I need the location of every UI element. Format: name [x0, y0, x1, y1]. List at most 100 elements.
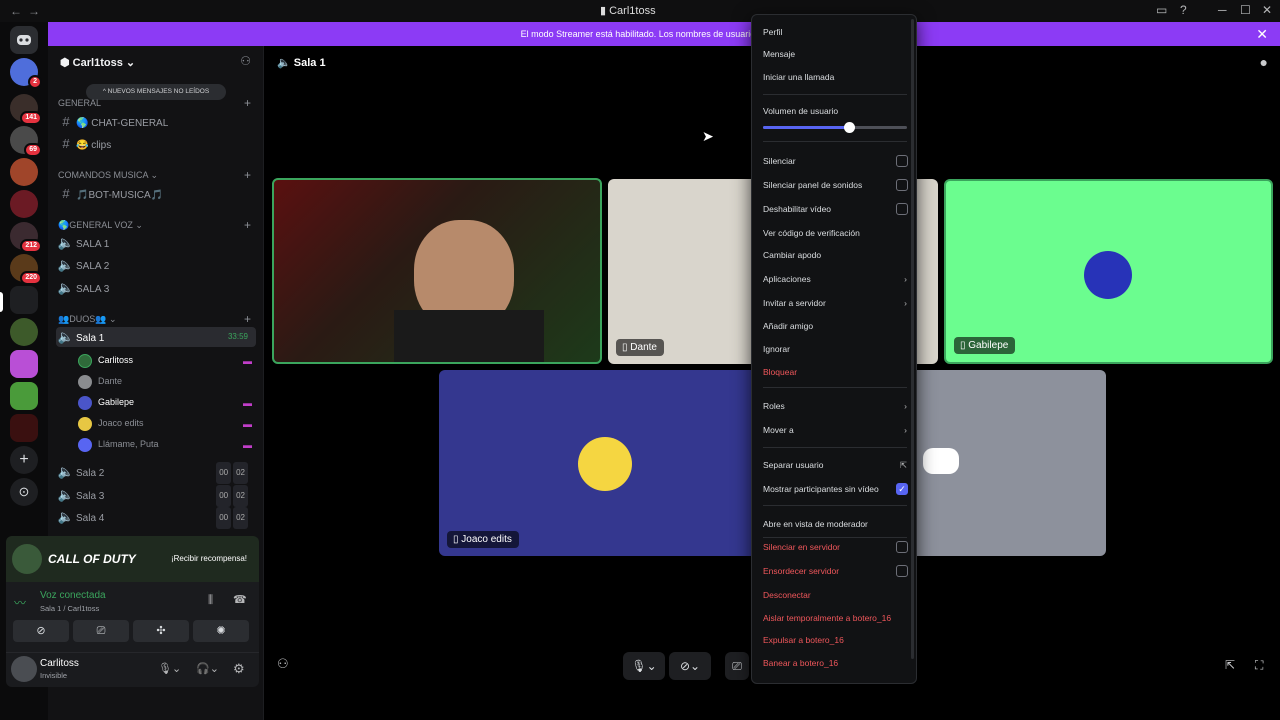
invite-to-voice-icon[interactable]: ⚇: [277, 656, 289, 672]
signal-icon[interactable]: 〰: [14, 594, 26, 611]
voice-channel-sala-4[interactable]: 🔈 Sala 4 00 02: [56, 507, 256, 529]
video-tile-gabilepe[interactable]: ▯ Gabilepe: [944, 179, 1273, 364]
promo-banner[interactable]: CALL OF DUTY ¡Recibir recompensa!: [6, 536, 259, 582]
menu-scrollbar[interactable]: [911, 19, 914, 659]
server-icon[interactable]: [10, 190, 38, 218]
unread-messages-pill[interactable]: ^ NUEVOS MENSAJES NO LEÍDOS: [86, 84, 226, 100]
add-channel-icon[interactable]: +: [244, 96, 251, 110]
menu-item-bloquear[interactable]: Bloquear: [763, 363, 909, 381]
checkbox-checked[interactable]: ✓: [896, 483, 908, 495]
category-general[interactable]: GENERAL: [58, 98, 101, 108]
channel-clips[interactable]: # 😂 clips: [56, 134, 256, 154]
server-icon[interactable]: 2: [10, 58, 42, 89]
mic-control-button[interactable]: 🎙⌄: [623, 652, 665, 680]
menu-item-llamada[interactable]: Iniciar una llamada: [763, 68, 909, 86]
volume-slider-thumb[interactable]: [844, 122, 856, 133]
channel-bot-musica[interactable]: # 🎵BOT-MUSICA🎵: [56, 184, 256, 204]
fullscreen-icon[interactable]: ⛶: [1255, 658, 1263, 673]
discord-home-icon[interactable]: [10, 26, 38, 54]
server-icon[interactable]: [10, 318, 38, 346]
voice-member[interactable]: Joaco edits: [78, 414, 144, 432]
voice-channel-sala-1-active[interactable]: 🔈 Sala 1 33:59: [56, 327, 256, 347]
menu-item-mostrar[interactable]: Mostrar participantes sin vídeo ✓: [763, 480, 909, 498]
menu-item-invitar[interactable]: Invitar a servidor ›: [763, 294, 909, 312]
camera-button[interactable]: ⊘: [13, 620, 69, 642]
camera-control-button[interactable]: ⊘⌄: [669, 652, 711, 680]
menu-item-mensaje[interactable]: Mensaje: [763, 45, 909, 63]
checkbox[interactable]: [896, 155, 908, 167]
menu-item-silenciar-sonidos[interactable]: Silenciar panel de sonidos: [763, 176, 909, 194]
menu-item-apodo[interactable]: Cambiar apodo: [763, 246, 909, 264]
menu-item-roles[interactable]: Roles ›: [763, 397, 909, 415]
menu-item-codigo[interactable]: Ver código de verificación: [763, 224, 909, 242]
close-window-icon[interactable]: ✕: [1262, 3, 1272, 17]
menu-item-aplicaciones[interactable]: Aplicaciones ›: [763, 270, 909, 288]
server-icon[interactable]: 69: [10, 126, 42, 157]
server-name-button[interactable]: ⬢ Carl1toss ⌄: [60, 56, 135, 69]
menu-item-expulsar[interactable]: Expulsar a botero_16: [763, 631, 909, 649]
voice-channel-sala2[interactable]: 🔈 SALA 2: [56, 255, 256, 275]
menu-item-anadir[interactable]: Añadir amigo: [763, 317, 909, 335]
voice-location[interactable]: Sala 1 / Carl1toss: [40, 604, 99, 613]
noise-suppression-icon[interactable]: ⫼: [208, 594, 213, 607]
checkbox[interactable]: [896, 179, 908, 191]
category-duos[interactable]: 👥DUOS👥 ⌄: [58, 314, 116, 325]
voice-channel-sala-3[interactable]: 🔈 Sala 3 00 02: [56, 485, 256, 507]
checkbox[interactable]: [896, 565, 908, 577]
promo-cta[interactable]: ¡Recibir recompensa!: [171, 554, 247, 563]
voice-channel-sala-2[interactable]: 🔈 Sala 2 00 02: [56, 462, 256, 484]
settings-gear-icon[interactable]: ⚙: [233, 661, 245, 677]
menu-item-ensordecer[interactable]: Ensordecer servidor: [763, 562, 909, 580]
chat-bubble-icon[interactable]: ●: [1260, 54, 1268, 70]
discover-icon[interactable]: ⊙: [10, 478, 38, 506]
activities-button[interactable]: ✣: [133, 620, 189, 642]
back-arrow-icon[interactable]: ←: [10, 4, 22, 18]
menu-item-silenciar-servidor[interactable]: Silenciar en servidor: [763, 538, 909, 556]
headphones-icon[interactable]: 🎧⌄: [196, 662, 219, 675]
forward-arrow-icon[interactable]: →: [28, 4, 40, 18]
video-tile-joaco[interactable]: ▯ Joaco edits: [439, 370, 769, 556]
server-icon[interactable]: 141: [10, 94, 42, 125]
server-icon[interactable]: [10, 158, 38, 186]
menu-item-mover[interactable]: Mover a ›: [763, 421, 909, 439]
channel-chat-general[interactable]: # 🌎 CHAT-GENERAL: [56, 112, 256, 132]
menu-item-deshabilitar-video[interactable]: Deshabilitar vídeo: [763, 200, 909, 218]
checkbox[interactable]: [896, 541, 908, 553]
menu-item-moderador[interactable]: Abre en vista de moderador: [763, 515, 909, 533]
menu-item-banear[interactable]: Banear a botero_16: [763, 654, 909, 672]
disconnect-icon[interactable]: ☎: [233, 593, 247, 606]
popout-icon[interactable]: ⇱: [1225, 658, 1235, 672]
user-avatar[interactable]: [11, 656, 37, 682]
video-tile-carlitoss[interactable]: [272, 178, 602, 364]
add-channel-icon[interactable]: +: [244, 312, 251, 326]
add-channel-icon[interactable]: +: [244, 168, 251, 182]
voice-member[interactable]: Llámame, Puta: [78, 435, 159, 453]
minimize-icon[interactable]: ─: [1218, 3, 1227, 17]
category-general-voz[interactable]: 🌎GENERAL VOZ ⌄: [58, 220, 143, 231]
screen-share-button[interactable]: ⎚: [73, 620, 129, 642]
add-server-icon[interactable]: +: [10, 446, 38, 474]
checkbox[interactable]: [896, 203, 908, 215]
maximize-icon[interactable]: ☐: [1240, 3, 1251, 17]
help-icon[interactable]: ?: [1180, 3, 1187, 17]
server-icon[interactable]: [10, 350, 38, 378]
voice-channel-sala1[interactable]: 🔈 SALA 1: [56, 233, 256, 253]
voice-member[interactable]: Gabilepe: [78, 393, 134, 411]
invite-people-icon[interactable]: ⚇: [240, 54, 251, 68]
server-icon[interactable]: [10, 382, 38, 410]
server-icon[interactable]: [10, 414, 38, 442]
menu-item-aislar[interactable]: Aislar temporalmente a botero_16: [763, 609, 909, 627]
category-comandos[interactable]: COMANDOS MUSICA ⌄: [58, 170, 158, 181]
microphone-icon[interactable]: 🎙⌄: [158, 662, 181, 675]
add-channel-icon[interactable]: +: [244, 218, 251, 232]
soundboard-button[interactable]: ✺: [193, 620, 249, 642]
menu-item-ignorar[interactable]: Ignorar: [763, 340, 909, 358]
close-banner-icon[interactable]: ✕: [1256, 22, 1268, 46]
menu-item-silenciar[interactable]: Silenciar: [763, 152, 909, 170]
server-icon[interactable]: [10, 286, 38, 314]
menu-item-desconectar[interactable]: Desconectar: [763, 586, 909, 604]
voice-channel-sala3[interactable]: 🔈 SALA 3: [56, 278, 256, 298]
voice-member[interactable]: Carlitoss: [78, 351, 133, 369]
menu-item-separar[interactable]: Separar usuario ⇱: [763, 456, 909, 474]
server-icon[interactable]: 220: [10, 254, 42, 285]
